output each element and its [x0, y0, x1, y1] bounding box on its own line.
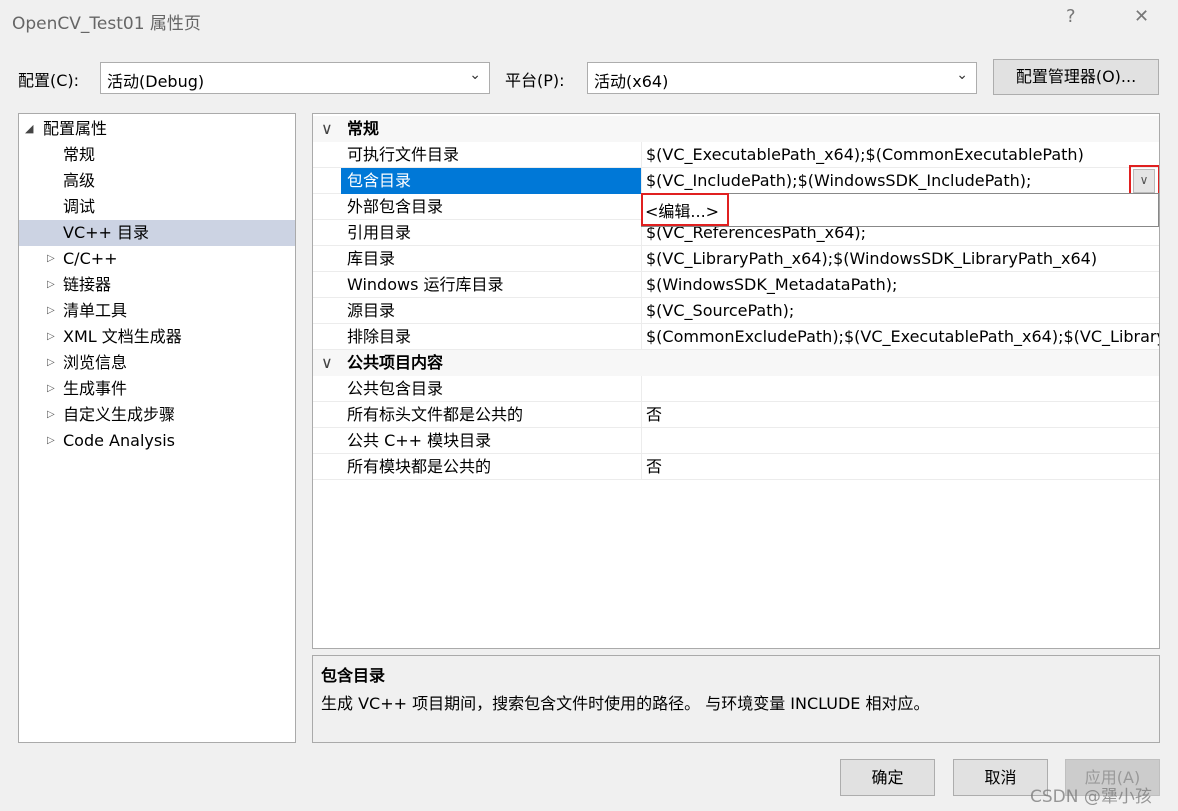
property-value[interactable]: $(VC_LibraryPath_x64);$(WindowsSDK_Libra…: [641, 246, 1159, 272]
tree-item-label: 浏览信息: [63, 353, 128, 372]
description-title: 包含目录: [321, 666, 386, 685]
ok-button[interactable]: 确定: [840, 759, 935, 796]
platform-select[interactable]: 活动(x64) ⌄: [587, 62, 977, 94]
property-name: 库目录: [347, 249, 396, 268]
config-select[interactable]: 活动(Debug) ⌄: [100, 62, 490, 94]
property-row[interactable]: 可执行文件目录 $(VC_ExecutablePath_x64);$(Common…: [313, 142, 1159, 168]
property-name: 源目录: [347, 301, 396, 320]
tree-item[interactable]: 高级: [19, 168, 295, 194]
description-text: 生成 VC++ 项目期间，搜索包含文件时使用的路径。 与环境变量 INCLUDE…: [321, 694, 930, 713]
tree-item[interactable]: ▷ 自定义生成步骤: [19, 402, 295, 428]
property-value[interactable]: 否: [641, 402, 1159, 428]
window-title: OpenCV_Test01 属性页: [12, 14, 201, 34]
expand-triangle-icon: ▷: [47, 331, 55, 342]
property-value[interactable]: $(VC_ExecutablePath_x64);$(CommonExecuta…: [641, 142, 1159, 168]
collapse-chevron-icon: ∨: [321, 119, 333, 138]
chevron-down-icon: ⌄: [956, 67, 968, 83]
tree-root[interactable]: ◢ 配置属性: [19, 116, 295, 142]
property-tree[interactable]: ◢ 配置属性常规高级调试 VC++ 目录 ▷ C/C++ ▷ 链接器 ▷ 清单工具 ▷ XML 文档…: [18, 113, 296, 743]
tree-item[interactable]: ▷ 清单工具: [19, 298, 295, 324]
tree-item-label: Code Analysis: [63, 431, 175, 450]
property-value[interactable]: $(WindowsSDK_MetadataPath);: [641, 272, 1159, 298]
property-row[interactable]: 所有模块都是公共的 否: [313, 454, 1159, 480]
config-label: 配置(C):: [18, 71, 80, 90]
property-row[interactable]: 所有标头文件都是公共的 否: [313, 402, 1159, 428]
tree-item[interactable]: ▷ XML 文档生成器: [19, 324, 295, 350]
property-row[interactable]: 包含目录 $(VC_IncludePath);$(WindowsSDK_Inclu…: [313, 168, 1159, 194]
property-name: 公共 C++ 模块目录: [347, 431, 492, 450]
property-value[interactable]: $(CommonExcludePath);$(VC_ExecutablePath…: [641, 324, 1159, 350]
property-name: 外部包含目录: [347, 197, 444, 216]
category-header[interactable]: ∨ 常规: [313, 116, 1159, 142]
property-value[interactable]: $(VC_SourcePath);: [641, 298, 1159, 324]
category-title: 常规: [347, 119, 380, 138]
tree-item-label: 清单工具: [63, 301, 128, 320]
platform-label: 平台(P):: [505, 71, 565, 90]
property-row[interactable]: 公共 C++ 模块目录: [313, 428, 1159, 454]
tree-item-label: C/C++: [63, 249, 118, 268]
property-name: 所有模块都是公共的: [347, 457, 492, 476]
tree-item[interactable]: ▷ 浏览信息: [19, 350, 295, 376]
tree-item-label: 链接器: [63, 275, 112, 294]
property-name: 可执行文件目录: [347, 145, 460, 164]
property-value[interactable]: $(VC_IncludePath);$(WindowsSDK_IncludePa…: [641, 168, 1159, 194]
property-name: 包含目录: [341, 168, 641, 194]
expand-triangle-icon: ▷: [47, 305, 55, 316]
chevron-down-icon: ⌄: [469, 67, 481, 83]
expand-triangle-icon: ▷: [47, 279, 55, 290]
property-name: 排除目录: [347, 327, 412, 346]
tree-item[interactable]: VC++ 目录: [19, 220, 295, 246]
tree-item-label: 生成事件: [63, 379, 128, 398]
expand-triangle-icon: ▷: [47, 253, 55, 264]
platform-value: 活动(x64): [594, 72, 669, 91]
watermark: CSDN @犟小孩: [1030, 787, 1152, 807]
property-name: Windows 运行库目录: [347, 275, 504, 294]
expand-triangle-icon: ▷: [47, 383, 55, 394]
expand-triangle-icon: ▷: [47, 409, 55, 420]
collapse-chevron-icon: ∨: [321, 353, 333, 372]
property-name: 引用目录: [347, 223, 412, 242]
expand-triangle-icon: ▷: [47, 357, 55, 368]
description-panel: 包含目录 生成 VC++ 项目期间，搜索包含文件时使用的路径。 与环境变量 IN…: [312, 655, 1160, 743]
expanded-triangle-icon: ◢: [25, 122, 34, 135]
tree-item-label: XML 文档生成器: [63, 327, 182, 346]
tree-item[interactable]: 调试: [19, 194, 295, 220]
property-value[interactable]: [641, 376, 1159, 402]
close-button[interactable]: ✕: [1134, 6, 1149, 27]
tree-item-label: 自定义生成步骤: [63, 405, 176, 424]
tree-item[interactable]: ▷ C/C++: [19, 246, 295, 272]
property-grid[interactable]: ∨ 常规可执行文件目录 $(VC_ExecutablePath_x64);$(Com…: [312, 113, 1160, 649]
property-row[interactable]: 排除目录 $(CommonExcludePath);$(VC_Executable…: [313, 324, 1159, 350]
property-name: 公共包含目录: [347, 379, 444, 398]
tree-item-label: 常规: [63, 145, 96, 164]
category-header[interactable]: ∨ 公共项目内容: [313, 350, 1159, 376]
tree-item[interactable]: ▷ 生成事件: [19, 376, 295, 402]
property-row[interactable]: 库目录 $(VC_LibraryPath_x64);$(WindowsSDK_Li…: [313, 246, 1159, 272]
tree-item[interactable]: ▷ 链接器: [19, 272, 295, 298]
tree-root-label: 配置属性: [43, 119, 108, 138]
highlight-box: [641, 193, 729, 226]
tree-item-label: 调试: [63, 197, 96, 216]
tree-item-label: VC++ 目录: [63, 223, 150, 242]
tree-item-label: 高级: [63, 171, 96, 190]
category-title: 公共项目内容: [347, 353, 444, 372]
property-value[interactable]: [641, 428, 1159, 454]
config-value: 活动(Debug): [107, 72, 205, 91]
property-row[interactable]: Windows 运行库目录 $(WindowsSDK_MetadataPath);: [313, 272, 1159, 298]
property-name: 所有标头文件都是公共的: [347, 405, 524, 424]
property-row[interactable]: 公共包含目录: [313, 376, 1159, 402]
property-value[interactable]: 否: [641, 454, 1159, 480]
expand-triangle-icon: ▷: [47, 435, 55, 446]
config-manager-button[interactable]: 配置管理器(O)...: [993, 59, 1159, 95]
tree-item[interactable]: 常规: [19, 142, 295, 168]
help-button[interactable]: ?: [1066, 6, 1076, 27]
property-row[interactable]: 源目录 $(VC_SourcePath);: [313, 298, 1159, 324]
tree-item[interactable]: ▷ Code Analysis: [19, 428, 295, 454]
